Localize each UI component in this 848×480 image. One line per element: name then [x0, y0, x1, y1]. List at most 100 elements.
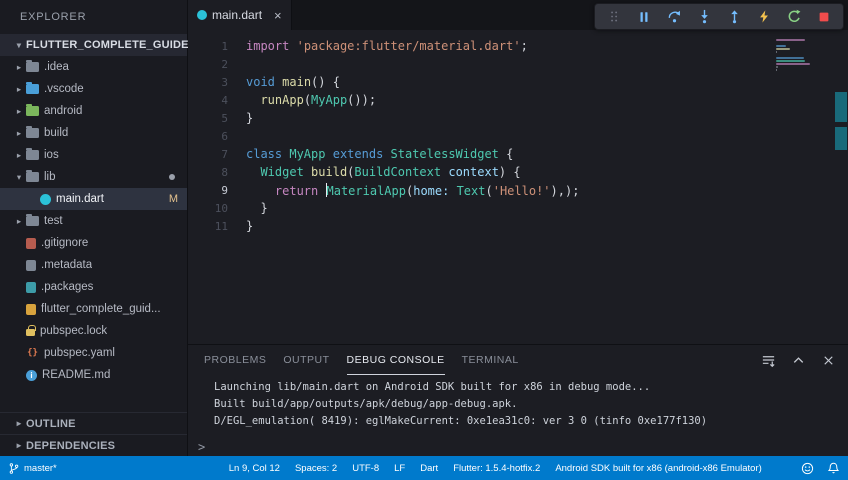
- tree-item-pubspec-yaml[interactable]: {} pubspec.yaml: [0, 342, 187, 364]
- tree-item-label: README.md: [42, 369, 111, 381]
- minimap-line: [776, 60, 805, 62]
- statusbar-items: Ln 9, Col 12 Spaces: 2 UTF-8 LF Dart Flutter:…: [229, 463, 762, 474]
- statusbar-item-android-sdk-built-for-x8[interactable]: Android SDK built for x86 (android-x86 E…: [555, 463, 761, 474]
- git-branch-item[interactable]: master*: [8, 462, 57, 475]
- tree-item-build[interactable]: ▸ build: [0, 122, 187, 144]
- file-tree: ▸ .idea ▸ .vscode ▸ android ▸ build ▸ ios ▾ lib main…: [0, 56, 187, 412]
- tab-main-dart[interactable]: main.dart ×: [188, 0, 292, 30]
- line-number: 5: [221, 111, 228, 125]
- code-line-2: 2: [188, 55, 848, 73]
- tree-item-flutter-complete-guid[interactable]: flutter_complete_guid...: [0, 298, 187, 320]
- code-line-11: 11}: [188, 217, 848, 235]
- feedback-smiley-icon[interactable]: [801, 462, 814, 475]
- explorer-sidebar: EXPLORER ▾ FLUTTER_COMPLETE_GUIDE ▸ .idea…: [0, 0, 188, 456]
- panel-tab-terminal[interactable]: TERMINAL: [462, 345, 519, 375]
- minimap-line: [776, 45, 786, 47]
- folder-icon: [26, 148, 39, 160]
- tree-item-label: .gitignore: [41, 237, 89, 249]
- tree-item-label: lib: [44, 171, 56, 183]
- packages-file-icon: [26, 281, 36, 293]
- close-icon[interactable]: ×: [274, 9, 282, 22]
- tree-item-vscode[interactable]: ▸ .vscode: [0, 78, 187, 100]
- code-area: 1 import 'package:flutter/material.dart';…: [188, 37, 848, 235]
- section-outline[interactable]: ▸ OUTLINE: [0, 412, 187, 434]
- section-label: DEPENDENCIES: [26, 439, 116, 452]
- tree-item-label: .packages: [41, 281, 94, 293]
- tree-item-test[interactable]: ▸ test: [0, 210, 187, 232]
- code-line-1: 1 import 'package:flutter/material.dart';: [188, 37, 848, 55]
- project-folder-header[interactable]: ▾ FLUTTER_COMPLETE_GUIDE: [0, 34, 188, 56]
- console-line: Launching lib/main.dart on Android SDK b…: [214, 381, 651, 393]
- tree-item-label: flutter_complete_guid...: [41, 303, 161, 315]
- tree-item-gitignore[interactable]: .gitignore: [0, 232, 187, 254]
- minimap-line: [776, 57, 804, 59]
- line-text: runApp(MyApp());: [260, 93, 377, 107]
- statusbar-item-spaces-2[interactable]: Spaces: 2: [295, 463, 337, 474]
- step-into-icon[interactable]: [689, 5, 719, 29]
- tree-item-idea[interactable]: ▸ .idea: [0, 56, 187, 78]
- panel-tabs: PROBLEMS OUTPUT DEBUG CONSOLE TERMINAL: [204, 345, 536, 375]
- sidebar-sections: ▸ OUTLINE ▸ DEPENDENCIES: [0, 412, 187, 456]
- statusbar-item-flutter-1-5-4-hotfix-2[interactable]: Flutter: 1.5.4-hotfix.2: [453, 463, 540, 474]
- restart-icon[interactable]: [779, 5, 809, 29]
- tree-item-label: android: [44, 105, 83, 117]
- line-number: 7: [221, 147, 228, 161]
- line-number: 10: [214, 201, 228, 215]
- chevron-right-icon: ▸: [16, 440, 22, 450]
- line-number: 2: [221, 57, 228, 71]
- minimap-line: [776, 69, 777, 71]
- console-prompt[interactable]: >: [198, 440, 205, 454]
- tree-item-main-dart[interactable]: main.dart M: [0, 188, 187, 210]
- tab-label: main.dart: [212, 8, 263, 22]
- line-text: }: [246, 201, 268, 215]
- code-line-5: 5}: [188, 109, 848, 127]
- statusbar-item-ln-9-col-12[interactable]: Ln 9, Col 12: [229, 463, 280, 474]
- step-over-icon[interactable]: [659, 5, 689, 29]
- panel-tab-output[interactable]: OUTPUT: [283, 345, 329, 375]
- tree-item-metadata[interactable]: .metadata: [0, 254, 187, 276]
- notifications-bell-icon[interactable]: [827, 462, 840, 475]
- main-area: EXPLORER ▾ FLUTTER_COMPLETE_GUIDE ▸ .idea…: [0, 0, 848, 456]
- dart-file-icon: [40, 193, 51, 205]
- folder-icon: [26, 214, 39, 226]
- tree-item-label: .vscode: [44, 83, 84, 95]
- overview-ruler-mark: [835, 127, 847, 150]
- panel-tab-problems[interactable]: PROBLEMS: [204, 345, 266, 375]
- line-number: 1: [221, 39, 228, 53]
- debug-toolbar: [594, 3, 844, 30]
- statusbar-item-lf[interactable]: LF: [394, 463, 405, 474]
- stop-icon[interactable]: [809, 5, 839, 29]
- line-number: 9: [221, 183, 228, 197]
- tree-item-label: test: [44, 215, 63, 227]
- tree-item-lib[interactable]: ▾ lib: [0, 166, 187, 188]
- close-panel-icon[interactable]: [821, 353, 836, 368]
- tree-item-label: .idea: [44, 61, 69, 73]
- hot-reload-icon[interactable]: [749, 5, 779, 29]
- chevron-right-icon: ▸: [16, 149, 22, 160]
- bottom-panel: PROBLEMS OUTPUT DEBUG CONSOLE TERMINAL La: [188, 344, 848, 456]
- debug-console-output[interactable]: Launching lib/main.dart on Android SDK b…: [188, 375, 848, 430]
- chevron-up-icon[interactable]: [791, 353, 806, 368]
- explorer-title: EXPLORER: [20, 11, 87, 23]
- readme-file-icon: [26, 369, 37, 381]
- statusbar-item-utf-8[interactable]: UTF-8: [352, 463, 379, 474]
- tree-item-packages[interactable]: .packages: [0, 276, 187, 298]
- chevron-right-icon: ▸: [16, 418, 22, 428]
- git-branch-icon: [8, 462, 20, 475]
- chevron-right-icon: ▸: [16, 105, 22, 116]
- tree-item-pubspec-lock[interactable]: pubspec.lock: [0, 320, 187, 342]
- section-dependencies[interactable]: ▸ DEPENDENCIES: [0, 434, 187, 456]
- metadata-file-icon: [26, 259, 36, 271]
- step-out-icon[interactable]: [719, 5, 749, 29]
- panel-tab-debug-console[interactable]: DEBUG CONSOLE: [346, 345, 445, 375]
- tree-item-android[interactable]: ▸ android: [0, 100, 187, 122]
- pause-icon[interactable]: [629, 5, 659, 29]
- tree-item-readme-md[interactable]: README.md: [0, 364, 187, 386]
- console-settings-icon[interactable]: [761, 353, 776, 368]
- statusbar-item-dart[interactable]: Dart: [420, 463, 438, 474]
- statusbar-right: [801, 462, 840, 475]
- tree-item-ios[interactable]: ▸ ios: [0, 144, 187, 166]
- minimap[interactable]: [776, 39, 810, 72]
- code-editor[interactable]: 1 import 'package:flutter/material.dart';…: [188, 30, 848, 344]
- chevron-down-icon: ▾: [16, 39, 22, 50]
